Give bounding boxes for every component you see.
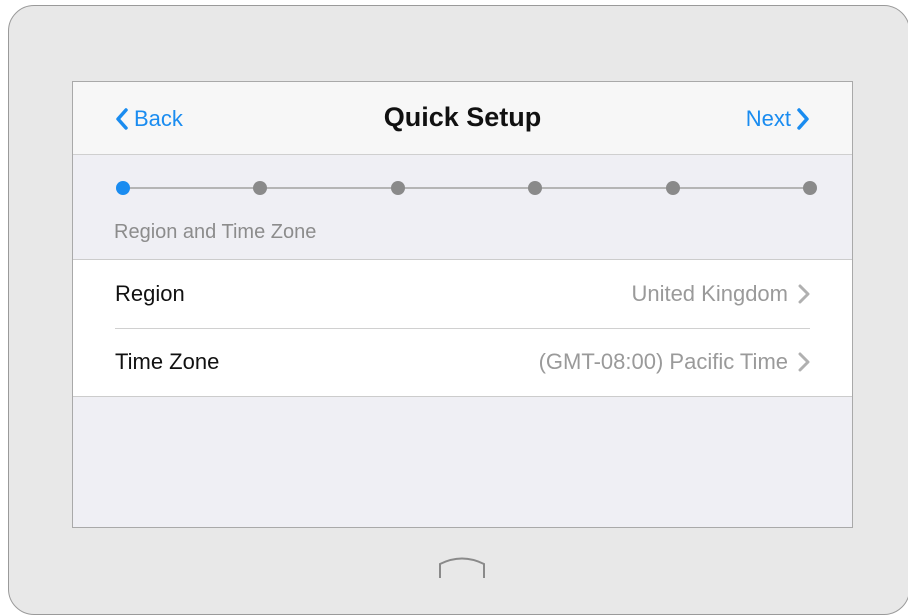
region-label: Region (115, 281, 185, 306)
home-button-icon[interactable] (437, 556, 487, 580)
step-dot-5 (665, 181, 680, 195)
step-dot-4 (528, 181, 543, 195)
region-value: United Kingdom (631, 281, 788, 306)
settings-table: Region United Kingdom Time Zone (GMT-08:… (73, 259, 852, 397)
next-button[interactable]: Next (746, 105, 810, 133)
chevron-right-icon (797, 108, 809, 130)
step-dot-6 (803, 181, 817, 195)
chevron-right-icon (798, 352, 810, 372)
region-row[interactable]: Region United Kingdom (115, 260, 810, 329)
step-dot-3 (390, 181, 405, 195)
time-zone-value: (GMT-08:00) Pacific Time (538, 349, 788, 374)
time-zone-value-group: (GMT-08:00) Pacific Time (539, 349, 810, 375)
page-title: Quick Setup (383, 102, 542, 132)
section-header: Region and Time Zone (114, 221, 317, 243)
step-dot-1 (116, 181, 130, 195)
time-zone-row[interactable]: Time Zone (GMT-08:00) Pacific Time (115, 328, 810, 396)
time-zone-label: Time Zone (115, 349, 220, 374)
stepper-track (123, 187, 810, 189)
region-value-group: United Kingdom (631, 281, 810, 307)
navigation-bar: Back Quick Setup Next (73, 82, 852, 155)
chevron-right-icon (798, 284, 810, 304)
step-dot-2 (253, 181, 268, 195)
next-label: Next (745, 106, 791, 131)
screen: Back Quick Setup Next Region and Time Zo… (72, 81, 853, 528)
